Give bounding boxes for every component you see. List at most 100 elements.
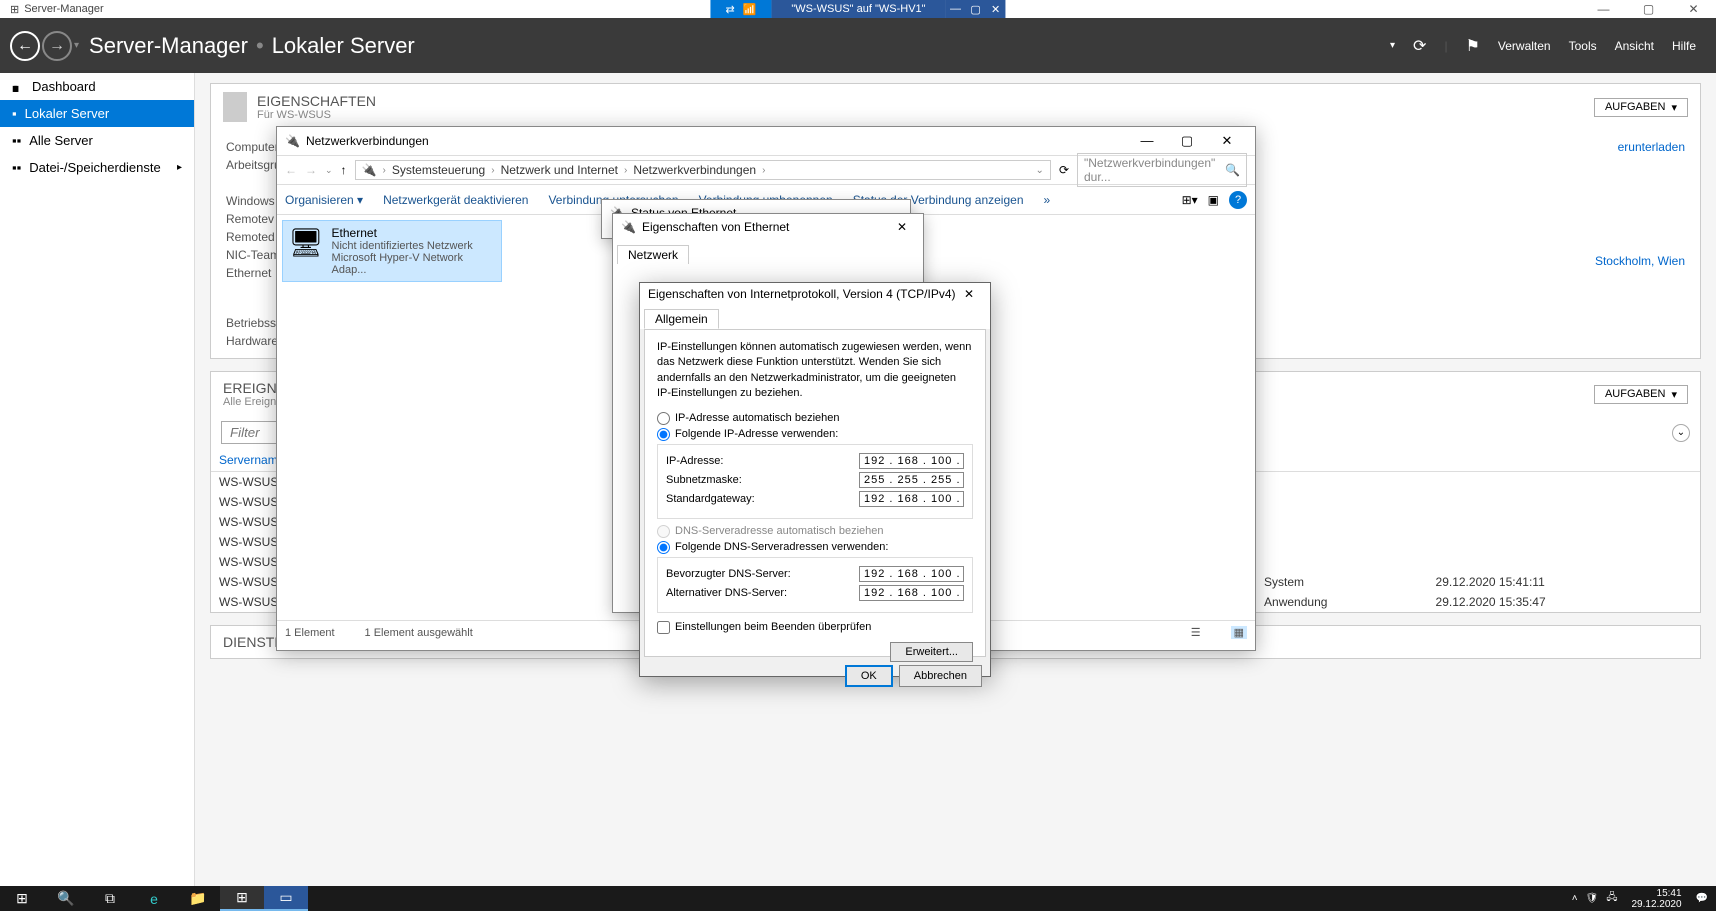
prop-windows-label: Windows — [226, 194, 282, 208]
explorer-button[interactable]: 📁 — [176, 886, 220, 911]
vm-restore-button[interactable]: ▢ — [966, 0, 986, 18]
input-subnet-mask[interactable] — [859, 472, 964, 488]
toolbar-disable-device[interactable]: Netzwerkgerät deaktivieren — [383, 193, 528, 207]
details-view-icon[interactable]: ☰ — [1191, 626, 1201, 639]
toolbar-overflow[interactable]: » — [1044, 193, 1051, 207]
server-icon — [223, 92, 247, 122]
properties-title: EIGENSCHAFTEN — [257, 93, 376, 109]
host-close-button[interactable]: ✕ — [1671, 0, 1716, 18]
taskbar-clock[interactable]: 15:41 29.12.2020 — [1625, 888, 1687, 910]
address-bar[interactable]: › Systemsteuerung › Netzwerk und Interne… — [355, 160, 1051, 180]
view-options-icon[interactable]: ⊞▾ — [1182, 193, 1198, 207]
ethernet-adapter-icon — [288, 226, 324, 276]
radio-auto-ip[interactable]: IP-Adresse automatisch beziehen — [657, 412, 973, 425]
nav-forward-button[interactable]: → — [42, 31, 72, 61]
prop-remotev-label: Remotev — [226, 212, 282, 226]
host-maximize-button[interactable]: ▢ — [1626, 0, 1671, 18]
nc-back-button[interactable]: ← — [285, 163, 297, 177]
menu-help[interactable]: Hilfe — [1672, 39, 1696, 53]
search-button[interactable]: 🔍 — [44, 886, 88, 911]
button-cancel[interactable]: Abbrechen — [899, 665, 982, 687]
preview-pane-icon[interactable]: ▣ — [1208, 193, 1219, 207]
nc-up-button[interactable]: ↑ — [341, 163, 347, 177]
start-button[interactable]: ⊞ — [0, 886, 44, 911]
radio-use-ip[interactable]: Folgende IP-Adresse verwenden: — [657, 428, 973, 441]
ipv4-tab-general[interactable]: Allgemein — [644, 309, 719, 329]
download-link[interactable]: erunterladen — [1618, 140, 1685, 154]
menu-tools[interactable]: Tools — [1569, 39, 1597, 53]
selection-count: 1 Element ausgewählt — [365, 627, 473, 639]
input-gateway[interactable] — [859, 491, 964, 507]
properties-tasks-dropdown[interactable]: AUFGABEN▾ — [1594, 98, 1688, 117]
input-alternate-dns[interactable] — [859, 585, 964, 601]
connection-icon: ⇄ — [725, 3, 734, 16]
button-ok[interactable]: OK — [845, 665, 893, 687]
button-advanced[interactable]: Erweitert... — [890, 642, 973, 662]
ipv4-properties-dialog: Eigenschaften von Internetprotokoll, Ver… — [639, 282, 991, 677]
ethernet-properties-title: Eigenschaften von Ethernet — [642, 220, 789, 234]
checkbox-validate-settings[interactable]: Einstellungen beim Beenden überprüfen — [657, 621, 973, 634]
nav-dropdown[interactable]: ▾ — [74, 40, 79, 51]
nav-local-server[interactable]: ▪Lokaler Server — [0, 100, 194, 127]
connection-adapter: Microsoft Hyper-V Network Adap... — [332, 252, 496, 276]
path-control-panel[interactable]: Systemsteuerung — [392, 163, 485, 177]
refresh-icon[interactable]: ⟳ — [1413, 36, 1426, 56]
timezone-link[interactable]: Stockholm, Wien — [1595, 254, 1685, 268]
nc-search-input[interactable]: "Netzwerkverbindungen" dur... 🔍 — [1077, 153, 1247, 187]
host-minimize-button[interactable]: — — [1581, 0, 1626, 18]
label-gateway: Standardgateway: — [666, 493, 755, 505]
events-tasks-dropdown[interactable]: AUFGABEN▾ — [1594, 385, 1688, 404]
task-view-button[interactable]: ⧉ — [88, 886, 132, 911]
properties-subtitle: Für WS-WSUS — [257, 109, 376, 121]
ethernet-connection-item[interactable]: Ethernet Nicht identifiziertes Netzwerk … — [282, 220, 502, 282]
nav-all-servers[interactable]: ▪▪Alle Server — [0, 127, 194, 154]
label-preferred-dns: Bevorzugter DNS-Server: — [666, 568, 791, 580]
ipv4-close-button[interactable]: ✕ — [956, 287, 982, 301]
server-manager-task[interactable]: ⊞ — [220, 886, 264, 911]
ethernet-tab-network[interactable]: Netzwerk — [617, 245, 689, 264]
radio-use-dns[interactable]: Folgende DNS-Serveradressen verwenden: — [657, 541, 973, 554]
prop-nic-label: NIC-Team — [226, 248, 282, 262]
tray-chevron-icon[interactable]: ˄ — [1572, 893, 1578, 904]
input-ip-address[interactable] — [859, 453, 964, 469]
vm-minimize-button[interactable]: — — [946, 0, 966, 18]
nc-close-button[interactable]: ✕ — [1207, 133, 1247, 149]
events-expand-button[interactable]: ⌄ — [1672, 424, 1690, 442]
tray-notifications-icon[interactable]: 💬 — [1696, 893, 1708, 904]
ie-button[interactable]: e — [132, 886, 176, 911]
ethernet-close-button[interactable]: ✕ — [889, 220, 915, 234]
nav-storage-services[interactable]: ▪▪Datei-/Speicherdienste▸ — [0, 154, 194, 181]
input-preferred-dns[interactable] — [859, 566, 964, 582]
header-dropdown[interactable]: ▾ — [1390, 40, 1395, 51]
tray-network-icon[interactable]: 🖧 — [1606, 890, 1617, 907]
app-title: Server-Manager — [24, 3, 103, 15]
breadcrumb-root[interactable]: Server-Manager — [89, 33, 248, 59]
connection-name: Ethernet — [332, 226, 496, 240]
nc-minimize-button[interactable]: — — [1127, 133, 1167, 149]
nc-maximize-button[interactable]: ▢ — [1167, 133, 1207, 149]
ethernet-icon — [621, 220, 636, 234]
prop-computername-label: Computer — [226, 140, 282, 154]
path-network-internet[interactable]: Netzwerk und Internet — [501, 163, 618, 177]
menu-manage[interactable]: Verwalten — [1498, 39, 1551, 53]
label-alternate-dns: Alternativer DNS-Server: — [666, 587, 787, 599]
toolbar-organize[interactable]: Organisieren ▾ — [285, 193, 363, 207]
tray-security-icon[interactable]: 🛡 — [1586, 893, 1599, 904]
server-manager-header: ← → ▾ Server-Manager • Lokaler Server ▾ … — [0, 18, 1716, 73]
nc-title: Netzwerkverbindungen — [306, 134, 429, 148]
nc-refresh-button[interactable]: ⟳ — [1059, 163, 1069, 177]
vm-connection-task[interactable]: ▭ — [264, 886, 308, 911]
path-network-connections[interactable]: Netzwerkverbindungen — [633, 163, 756, 177]
help-icon[interactable]: ? — [1229, 191, 1247, 209]
vm-close-button[interactable]: ✕ — [986, 0, 1006, 18]
menu-view[interactable]: Ansicht — [1615, 39, 1654, 53]
server-manager-icon: ⊞ — [10, 3, 19, 16]
nc-forward-button[interactable]: → — [305, 163, 317, 177]
nav-dashboard[interactable]: Dashboard — [0, 73, 194, 100]
signal-icon: 📶 — [743, 3, 757, 16]
nc-history-dropdown[interactable]: ⌄ — [325, 165, 333, 176]
icons-view-icon[interactable]: ▦ — [1231, 626, 1247, 639]
flag-icon[interactable]: ⚑ — [1466, 36, 1480, 56]
taskbar: ⊞ 🔍 ⧉ e 📁 ⊞ ▭ ˄ 🛡 🖧 15:41 29.12.2020 💬 — [0, 886, 1716, 911]
nav-back-button[interactable]: ← — [10, 31, 40, 61]
